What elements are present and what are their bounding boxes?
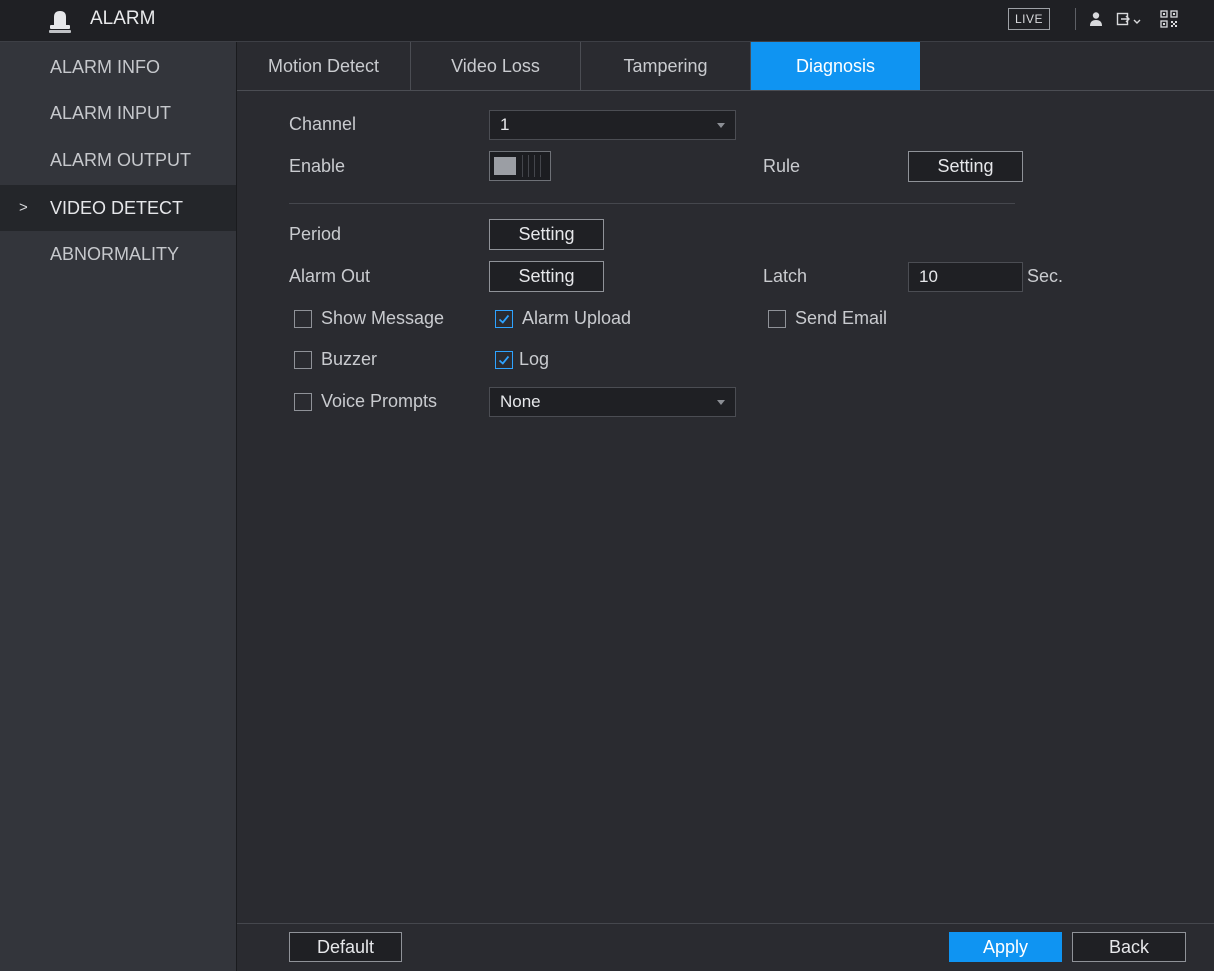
chevron-right-icon: > [19, 199, 28, 216]
latch-label: Latch [763, 266, 808, 286]
voice-prompts-label: Voice Prompts [321, 391, 438, 411]
sidebar: ALARM INFO ALARM INPUT ALARM OUTPUT > VI… [0, 42, 237, 971]
top-bar: ALARM LIVE [0, 0, 1214, 42]
tab-bar: Motion Detect Video Loss Tampering Diagn… [237, 42, 1214, 91]
check-icon [498, 314, 510, 324]
rule-label: Rule [763, 156, 801, 176]
alarm-upload-label: Alarm Upload [522, 308, 632, 328]
period-label: Period [289, 224, 342, 244]
voice-prompts-value: None [500, 392, 541, 411]
apply-button[interactable]: Apply [949, 932, 1062, 962]
alarm-bell-icon [49, 11, 71, 33]
channel-value: 1 [500, 115, 510, 134]
toggle-stripe [528, 155, 529, 177]
send-email-label: Send Email [795, 308, 888, 328]
toggle-stripe [534, 155, 535, 177]
sidebar-item-label: ABNORMALITY [50, 244, 180, 264]
toggle-stripe [522, 155, 523, 177]
section-divider [289, 203, 1015, 204]
rule-setting-button[interactable]: Setting [908, 151, 1023, 182]
user-icon[interactable] [1089, 11, 1103, 27]
alarm-upload-checkbox[interactable] [495, 310, 513, 328]
tab-tampering[interactable]: Tampering [581, 42, 751, 90]
live-button[interactable]: LIVE [1008, 8, 1050, 30]
latch-unit: Sec. [1027, 266, 1064, 286]
enable-toggle[interactable] [489, 151, 551, 181]
tab-motion-detect[interactable]: Motion Detect [237, 42, 411, 90]
channel-select[interactable]: 1 [489, 110, 736, 140]
sidebar-item-label: VIDEO DETECT [50, 198, 184, 218]
sidebar-item-alarm-info[interactable]: ALARM INFO [0, 44, 236, 90]
channel-label: Channel [289, 114, 357, 134]
qr-code-icon[interactable] [1160, 10, 1178, 28]
back-button[interactable]: Back [1072, 932, 1186, 962]
sidebar-item-alarm-input[interactable]: ALARM INPUT [0, 90, 236, 136]
chevron-down-icon [717, 123, 725, 128]
check-icon [498, 355, 510, 365]
tab-video-loss[interactable]: Video Loss [411, 42, 581, 90]
send-email-checkbox[interactable] [768, 310, 786, 328]
latch-input[interactable]: 10 [908, 262, 1023, 292]
period-setting-button[interactable]: Setting [489, 219, 604, 250]
alarm-out-setting-button[interactable]: Setting [489, 261, 604, 292]
toggle-stripe [540, 155, 541, 177]
footer-divider [237, 923, 1214, 924]
sidebar-item-video-detect[interactable]: > VIDEO DETECT [0, 185, 236, 231]
sidebar-item-alarm-output[interactable]: ALARM OUTPUT [0, 137, 236, 183]
app-window: ALARM LIVE ALARM INFO ALARM INPUT ALARM … [0, 0, 1214, 971]
sidebar-item-label: ALARM INPUT [50, 103, 172, 123]
buzzer-label: Buzzer [321, 349, 378, 369]
toggle-knob [494, 157, 516, 175]
alarm-out-label: Alarm Out [289, 266, 371, 286]
buzzer-checkbox[interactable] [294, 351, 312, 369]
default-button[interactable]: Default [289, 932, 402, 962]
tab-diagnosis[interactable]: Diagnosis [751, 42, 920, 90]
chevron-down-icon [717, 400, 725, 405]
sidebar-item-abnormality[interactable]: ABNORMALITY [0, 231, 236, 277]
sidebar-item-label: ALARM INFO [50, 57, 161, 77]
logout-icon[interactable] [1116, 11, 1142, 27]
show-message-checkbox[interactable] [294, 310, 312, 328]
log-checkbox[interactable] [495, 351, 513, 369]
enable-label: Enable [289, 156, 346, 176]
show-message-label: Show Message [321, 308, 445, 328]
app-title: ALARM [90, 8, 156, 29]
voice-prompts-checkbox[interactable] [294, 393, 312, 411]
sidebar-item-label: ALARM OUTPUT [50, 150, 192, 170]
log-label: Log [519, 349, 550, 369]
voice-prompts-select[interactable]: None [489, 387, 736, 417]
toolbar-divider [1075, 8, 1076, 30]
